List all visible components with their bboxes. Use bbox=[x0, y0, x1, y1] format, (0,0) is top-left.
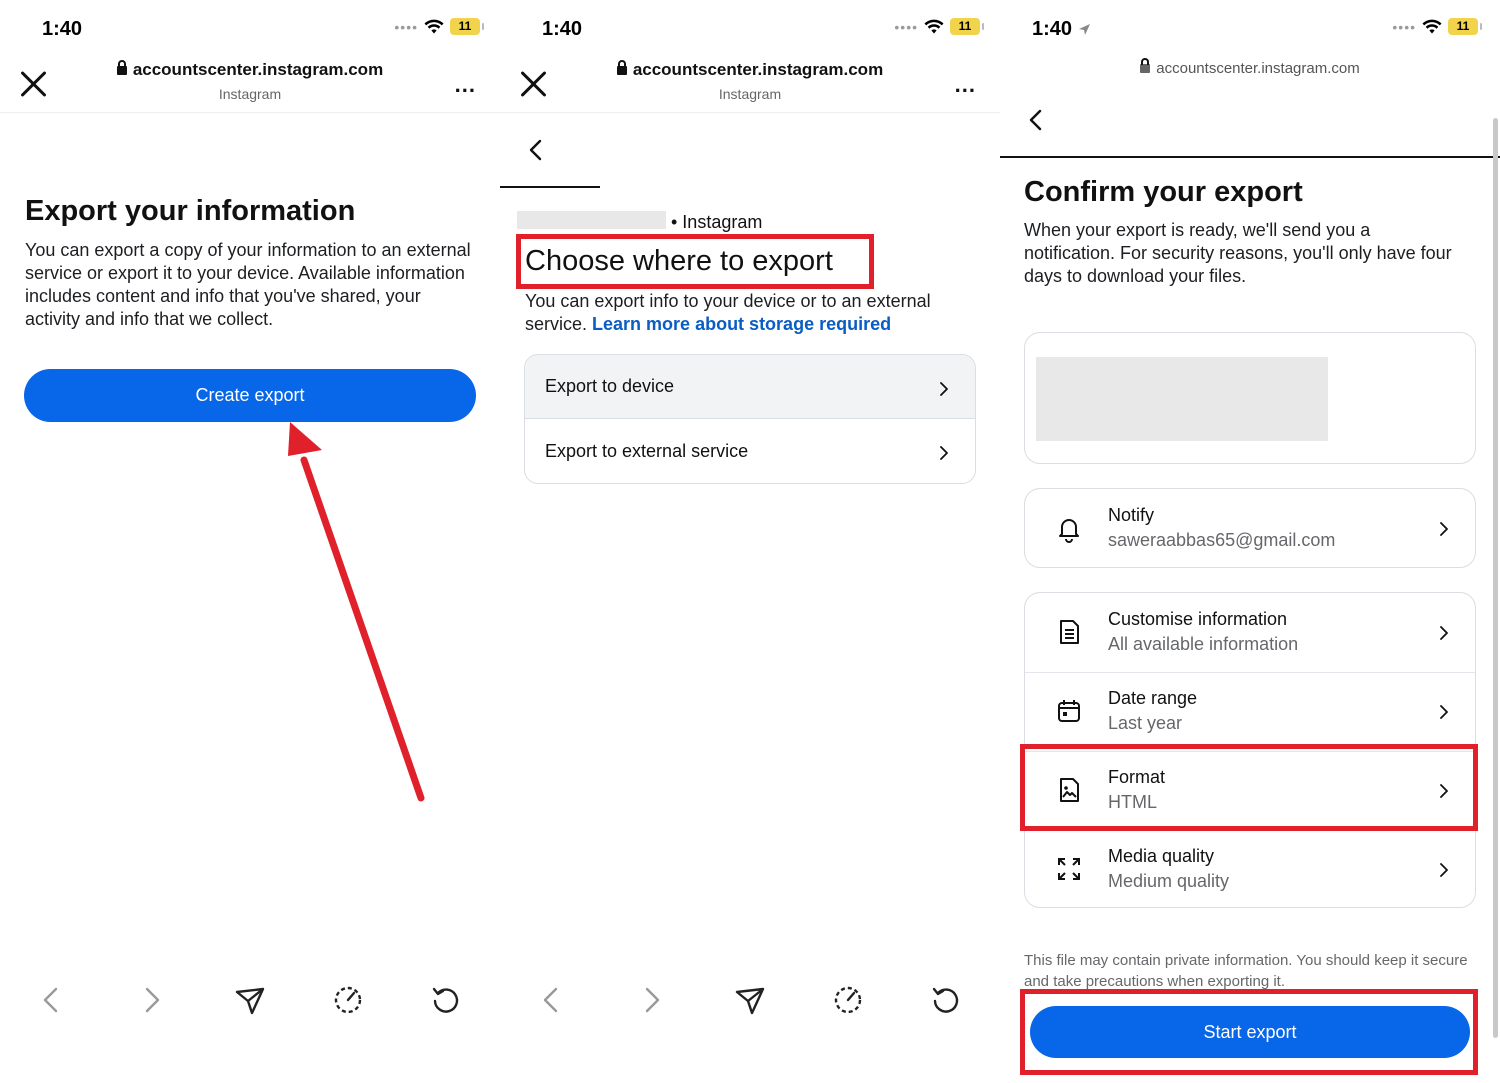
notify-row[interactable]: Notify saweraabbas65@gmail.com bbox=[1025, 489, 1475, 567]
site-name: Instagram bbox=[718, 86, 782, 102]
option-label: Export to device bbox=[545, 376, 675, 396]
speed-dial-icon[interactable] bbox=[832, 984, 864, 1016]
account-platform: • Instagram bbox=[671, 212, 763, 232]
page-description: You can export info to your device or to… bbox=[525, 290, 980, 336]
status-icons: •••• 11 bbox=[394, 18, 484, 35]
back-chevron-icon[interactable] bbox=[524, 138, 548, 167]
annotation-highlight-format bbox=[1020, 744, 1478, 831]
chevron-right-icon bbox=[1437, 862, 1451, 877]
setting-value: Last year bbox=[1108, 713, 1183, 733]
setting-value: Medium quality bbox=[1108, 871, 1230, 891]
header-divider bbox=[500, 112, 1000, 113]
status-time: 1:40 bbox=[542, 18, 583, 40]
status-icons: •••• 11 bbox=[1392, 18, 1482, 35]
panel-export-information: 1:40 •••• 11 accountscenter.instagram.co… bbox=[0, 0, 500, 1083]
notify-email: saweraabbas65@gmail.com bbox=[1108, 530, 1336, 550]
setting-title: Date range bbox=[1108, 688, 1198, 708]
share-icon[interactable] bbox=[234, 984, 266, 1016]
battery-indicator: 11 bbox=[450, 18, 484, 35]
redacted-account-image bbox=[1036, 357, 1328, 441]
customise-information-row[interactable]: Customise information All available info… bbox=[1025, 593, 1475, 672]
status-time: 1:40 bbox=[1032, 18, 1091, 41]
signal-icon: •••• bbox=[394, 18, 418, 35]
annotation-arrow bbox=[288, 422, 425, 802]
wifi-icon bbox=[424, 19, 444, 33]
option-label: Export to external service bbox=[545, 440, 749, 461]
account-card bbox=[1024, 332, 1476, 464]
annotation-highlight-title bbox=[516, 234, 874, 289]
location-arrow-icon bbox=[1078, 24, 1090, 35]
browser-back-icon[interactable] bbox=[36, 984, 68, 1016]
url-text: accountscenter.instagram.com bbox=[132, 60, 384, 79]
address-bar[interactable]: accountscenter.instagram.com Instagram bbox=[500, 60, 1000, 102]
back-chevron-icon[interactable] bbox=[1024, 108, 1048, 137]
page-title: Export your information bbox=[25, 195, 356, 227]
reload-icon[interactable] bbox=[430, 984, 462, 1016]
url-text: accountscenter.instagram.com bbox=[632, 60, 884, 79]
panel-confirm-export: 1:40 •••• 11 accountscenter.instagram.co… bbox=[1000, 0, 1500, 1083]
notify-title: Notify bbox=[1108, 505, 1155, 525]
status-icons: •••• 11 bbox=[894, 18, 984, 35]
export-options-card: Export to device Export to external serv… bbox=[524, 354, 976, 484]
storage-info-link[interactable]: Learn more about storage required bbox=[592, 314, 891, 334]
lock-icon bbox=[616, 60, 627, 75]
chevron-right-icon bbox=[1437, 522, 1451, 536]
page-description: You can export a copy of your informatio… bbox=[25, 240, 471, 329]
lock-icon bbox=[1140, 58, 1151, 73]
chevron-right-icon bbox=[937, 444, 951, 460]
site-name: Instagram bbox=[218, 86, 282, 102]
chevron-right-icon bbox=[1437, 704, 1451, 719]
scrollbar[interactable] bbox=[1493, 118, 1498, 1038]
address-bar[interactable]: accountscenter.instagram.com Instagram bbox=[0, 60, 500, 102]
browser-back-icon[interactable] bbox=[536, 984, 568, 1016]
export-to-device-option[interactable]: Export to device bbox=[525, 355, 975, 419]
setting-title: Customise information bbox=[1108, 609, 1288, 629]
browser-forward-icon[interactable] bbox=[635, 984, 667, 1016]
document-icon bbox=[1055, 618, 1083, 646]
share-icon[interactable] bbox=[734, 984, 766, 1016]
battery-indicator: 11 bbox=[950, 18, 984, 35]
signal-icon: •••• bbox=[1392, 18, 1416, 35]
more-options-icon[interactable]: ... bbox=[955, 72, 976, 98]
url-text: accountscenter.instagram.com bbox=[1156, 60, 1360, 77]
battery-indicator: 11 bbox=[1448, 18, 1482, 35]
calendar-icon bbox=[1055, 697, 1083, 725]
notify-card[interactable]: Notify saweraabbas65@gmail.com bbox=[1024, 488, 1476, 568]
privacy-note: This file may contain private informatio… bbox=[1024, 952, 1468, 990]
lock-icon bbox=[116, 60, 127, 75]
header-underline bbox=[1000, 156, 1500, 158]
panel-choose-export: 1:40 •••• 11 accountscenter.instagram.co… bbox=[500, 0, 1000, 1083]
bell-icon bbox=[1055, 515, 1083, 543]
expand-icon bbox=[1055, 855, 1083, 883]
browser-forward-icon[interactable] bbox=[135, 984, 167, 1016]
time-text: 1:40 bbox=[1032, 18, 1073, 40]
setting-title: Media quality bbox=[1108, 846, 1215, 866]
export-to-external-option[interactable]: Export to external service bbox=[525, 419, 975, 483]
chevron-right-icon bbox=[1437, 625, 1451, 640]
back-underline bbox=[500, 186, 600, 188]
setting-value: All available information bbox=[1108, 634, 1299, 654]
redacted-account-name bbox=[517, 211, 666, 229]
more-options-icon[interactable]: ... bbox=[455, 72, 476, 98]
date-range-row[interactable]: Date range Last year bbox=[1025, 672, 1475, 751]
page-title: Confirm your export bbox=[1024, 176, 1303, 208]
reload-icon[interactable] bbox=[930, 984, 962, 1016]
status-time: 1:40 bbox=[42, 18, 83, 40]
media-quality-row[interactable]: Media quality Medium quality bbox=[1025, 830, 1475, 907]
signal-icon: •••• bbox=[894, 18, 918, 35]
chevron-right-icon bbox=[937, 380, 951, 396]
header-divider bbox=[0, 112, 500, 113]
address-bar[interactable]: accountscenter.instagram.com bbox=[1000, 58, 1500, 77]
page-description: When your export is ready, we'll send yo… bbox=[1024, 220, 1452, 286]
speed-dial-icon[interactable] bbox=[332, 984, 364, 1016]
wifi-icon bbox=[924, 19, 944, 33]
annotation-highlight-start-export bbox=[1020, 989, 1478, 1075]
wifi-icon bbox=[1422, 19, 1442, 33]
